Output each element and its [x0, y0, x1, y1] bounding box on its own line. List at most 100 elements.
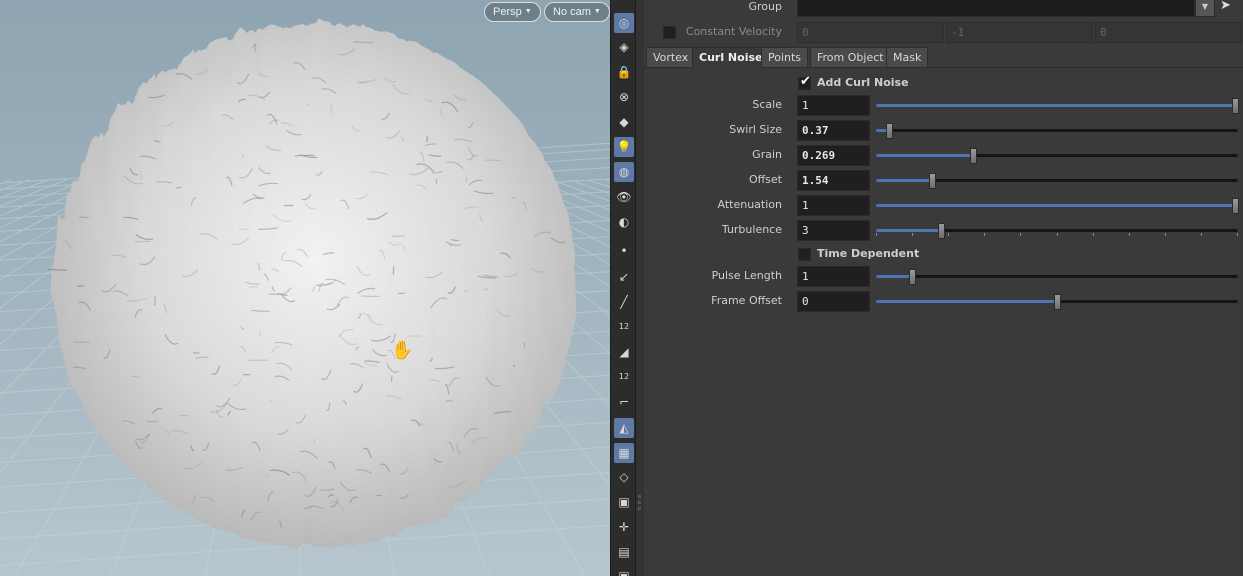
- shading-icon[interactable]: ◍: [614, 162, 634, 182]
- 3d-viewport[interactable]: Persp ▼ No cam ▼ ✋: [0, 0, 610, 576]
- slider-ticks: [876, 208, 1238, 212]
- slider-ticks: [876, 279, 1238, 283]
- group-field[interactable]: [797, 0, 1195, 17]
- grain-slider[interactable]: [876, 145, 1238, 166]
- slider-thumb[interactable]: [909, 269, 916, 285]
- attenuation-slider[interactable]: [876, 195, 1239, 216]
- display-icon[interactable]: ▤: [614, 542, 634, 562]
- offset-slider[interactable]: [876, 170, 1238, 191]
- slider-fill: [876, 229, 941, 232]
- scale-slider[interactable]: [876, 95, 1239, 116]
- offset-label: Offset: [748, 173, 782, 186]
- pulse-length-label: Pulse Length: [711, 269, 782, 282]
- slider-thumb[interactable]: [970, 148, 977, 164]
- tab-points[interactable]: Points: [761, 47, 809, 68]
- camera-label: No cam: [553, 6, 591, 18]
- slider-ticks: [876, 233, 1238, 237]
- constant-velocity-label: Constant Velocity: [685, 25, 782, 38]
- perspective-label: Persp: [493, 6, 522, 18]
- constant-velocity-y[interactable]: -1: [946, 22, 1093, 43]
- prim-icon[interactable]: ◢: [614, 342, 634, 362]
- constant-velocity-x[interactable]: 0: [797, 22, 944, 43]
- slider-thumb[interactable]: [1054, 294, 1061, 310]
- tab-curl-noise[interactable]: Curl Noise: [692, 47, 770, 68]
- edge-icon[interactable]: ⌐: [614, 392, 634, 412]
- slider-thumb[interactable]: [1232, 98, 1239, 114]
- point-icon[interactable]: •: [614, 241, 634, 261]
- backface-icon[interactable]: ◭: [614, 418, 634, 438]
- brush-icon[interactable]: ╱: [614, 292, 634, 312]
- tab-from-object[interactable]: From Object: [810, 47, 891, 68]
- hair-strand: [392, 266, 395, 275]
- normal-icon[interactable]: ↙: [614, 267, 634, 287]
- grain-field[interactable]: 0.269: [797, 145, 870, 166]
- viewport-toolbar: ◎ ◈ 🔒 ⊗ ◆ 💡 ◍ 👁 ◐ • ↙ ╱ 12 ◢ 12 ⌐ ◭ ▦ ◇ ▣ ✛ ▤ ▣: [610, 0, 636, 576]
- add-curl-noise-label: Add Curl Noise: [817, 76, 909, 89]
- hair-ball-object: [47, 23, 577, 547]
- turbulence-label: Turbulence: [721, 223, 782, 236]
- grain-label: Grain: [752, 148, 782, 161]
- frame-offset-slider[interactable]: [876, 291, 1238, 312]
- constant-velocity-z[interactable]: 0: [1095, 22, 1242, 43]
- attenuation-label: Attenuation: [717, 198, 782, 211]
- add-curl-noise-checkbox[interactable]: ✔: [798, 74, 811, 90]
- turbulence-field[interactable]: 3: [797, 220, 870, 241]
- pulse-length-slider[interactable]: [876, 266, 1238, 287]
- render-icon[interactable]: ▣: [614, 492, 634, 512]
- extra-icon[interactable]: ▣: [614, 566, 634, 576]
- scale-field[interactable]: 1: [797, 95, 870, 116]
- hair-strand: [134, 240, 151, 243]
- prim-number-icon[interactable]: 12: [614, 367, 634, 387]
- checkmark-icon: ✔: [800, 74, 811, 89]
- perspective-menu[interactable]: Persp ▼: [484, 2, 541, 22]
- slider-fill: [876, 104, 1238, 107]
- swirl-size-field[interactable]: 0.37: [797, 120, 870, 141]
- swirl-size-slider[interactable]: [876, 120, 1238, 141]
- select-arrow-icon[interactable]: ➤: [1220, 0, 1236, 16]
- camera-menu[interactable]: No cam ▼: [544, 2, 610, 22]
- view-icon[interactable]: ◎: [614, 13, 634, 33]
- lock-icon[interactable]: 🔒: [614, 62, 634, 82]
- tab-vortex[interactable]: Vortex: [646, 47, 696, 68]
- chevron-down-icon: ▼: [524, 8, 532, 16]
- tab-mask[interactable]: Mask: [886, 47, 929, 68]
- light-icon[interactable]: 💡: [614, 137, 634, 157]
- slider-fill: [876, 154, 973, 157]
- pane-divider[interactable]: [636, 0, 644, 576]
- group-dropdown-button[interactable]: ▼: [1195, 0, 1215, 17]
- offset-field[interactable]: 1.54: [797, 170, 870, 191]
- slider-fill: [876, 204, 1238, 207]
- chevron-down-icon: ▼: [593, 8, 601, 16]
- hair-strand: [391, 376, 393, 382]
- ghost-icon[interactable]: ⊗: [614, 87, 634, 107]
- slider-thumb[interactable]: [1232, 198, 1239, 214]
- slider-thumb[interactable]: [938, 223, 945, 239]
- point-number-icon[interactable]: 12: [614, 317, 634, 337]
- texture-icon[interactable]: ▦: [614, 443, 634, 463]
- scale-label: Scale: [752, 98, 782, 111]
- hair-strand: [330, 104, 333, 114]
- hair-strand: [465, 176, 468, 183]
- hair-strand: [357, 41, 374, 44]
- time-dependent-checkbox[interactable]: [798, 248, 811, 261]
- snap-icon[interactable]: ◆: [614, 112, 634, 132]
- slider-thumb[interactable]: [929, 173, 936, 189]
- chevron-down-icon: ▼: [1201, 2, 1209, 11]
- pulse-length-field[interactable]: 1: [797, 266, 870, 287]
- hair-strand: [254, 43, 256, 52]
- slider-thumb[interactable]: [886, 123, 893, 139]
- shape-icon[interactable]: ◇: [614, 467, 634, 487]
- eye-icon[interactable]: 👁: [614, 187, 634, 207]
- turbulence-slider[interactable]: [876, 220, 1238, 241]
- attenuation-field[interactable]: 1: [797, 195, 870, 216]
- wireframe-icon[interactable]: ◈: [614, 37, 634, 57]
- time-dependent-label: Time Dependent: [817, 247, 920, 260]
- camera-icon[interactable]: ◐: [614, 212, 634, 232]
- hand-cursor-icon: ✋: [391, 340, 414, 361]
- frame-offset-field[interactable]: 0: [797, 291, 870, 312]
- hair-strand: [238, 228, 249, 231]
- slider-ticks: [876, 158, 1238, 162]
- handle-icon[interactable]: ✛: [614, 517, 634, 537]
- hair-strand: [426, 135, 429, 143]
- slider-ticks: [876, 133, 1238, 137]
